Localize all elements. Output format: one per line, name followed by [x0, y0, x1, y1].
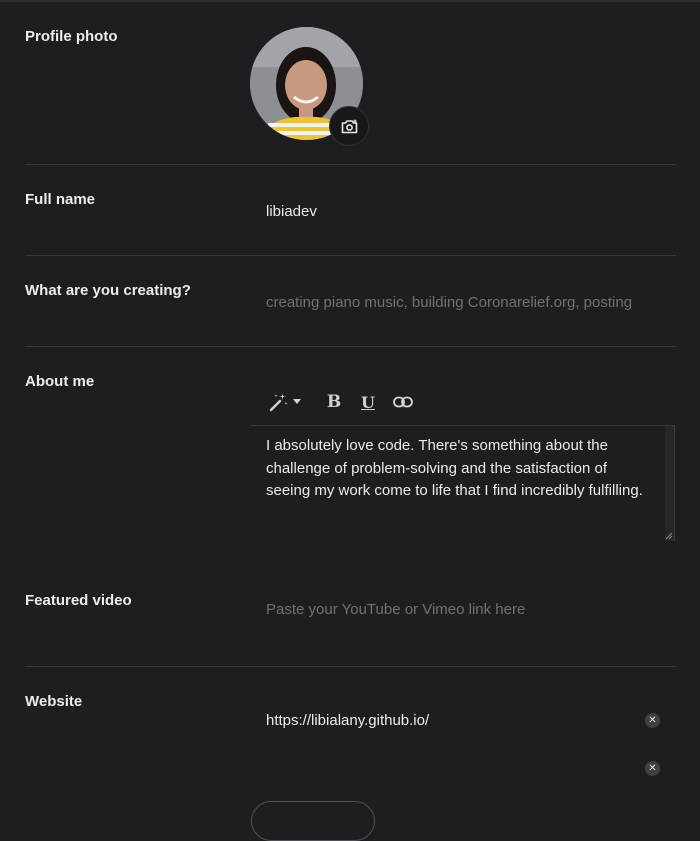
top-edge	[0, 0, 700, 2]
magic-wand-icon	[269, 393, 288, 412]
divider	[25, 666, 676, 667]
editor-toolbar: B U	[268, 388, 418, 416]
about-me-text: I absolutely love code. There's somethin…	[266, 437, 643, 500]
about-me-editor[interactable]: I absolutely love code. There's somethin…	[251, 425, 675, 541]
add-website-button[interactable]	[251, 801, 375, 841]
full-name-label: Full name	[25, 191, 96, 208]
camera-plus-icon	[341, 119, 357, 133]
close-icon[interactable]: ✕	[645, 713, 660, 728]
creating-label: What are you creating?	[25, 282, 191, 299]
bold-button[interactable]: B	[319, 392, 349, 412]
resize-handle-icon[interactable]	[665, 532, 673, 540]
featured-video-label: Featured video	[25, 592, 132, 609]
underline-button[interactable]: U	[353, 393, 383, 412]
caret-down-icon	[293, 399, 301, 404]
change-photo-button[interactable]	[329, 106, 369, 146]
divider	[25, 164, 676, 165]
featured-video-input[interactable]: Paste your YouTube or Vimeo link here	[266, 601, 525, 618]
website-input-2[interactable]	[266, 760, 626, 778]
website-input[interactable]: https://libialany.github.io/	[266, 712, 429, 729]
creating-input[interactable]: creating piano music, building Coronarel…	[266, 294, 632, 311]
website-label: Website	[25, 693, 83, 710]
divider	[25, 346, 676, 347]
about-me-label: About me	[25, 373, 95, 390]
full-name-input[interactable]: libiadev	[266, 203, 317, 220]
editor-scrollbar[interactable]	[665, 426, 674, 541]
ai-assist-button[interactable]	[268, 392, 302, 412]
close-icon[interactable]: ✕	[645, 761, 660, 776]
link-button[interactable]	[388, 396, 418, 408]
divider	[25, 255, 676, 256]
link-icon	[393, 396, 413, 408]
profile-photo-label: Profile photo	[25, 28, 118, 45]
